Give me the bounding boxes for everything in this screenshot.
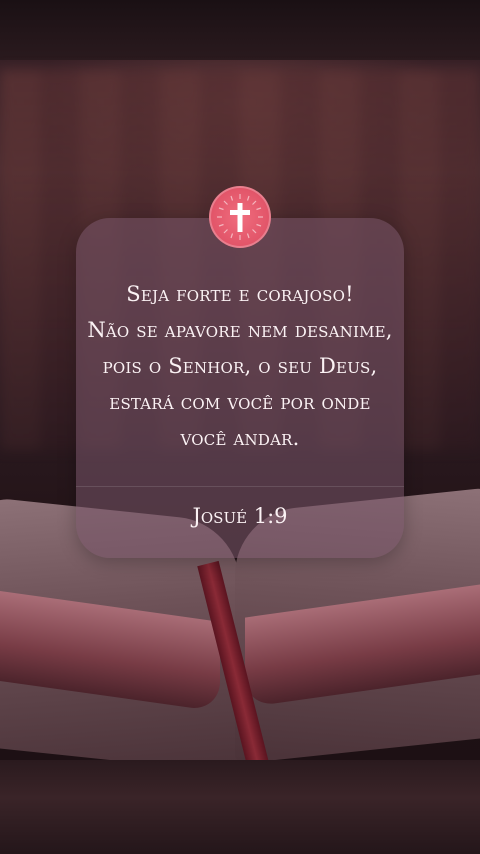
verse-card: Seja forte e corajoso! Não se apavore ne… bbox=[76, 218, 404, 558]
verse-text: Seja forte e corajoso! Não se apavore ne… bbox=[86, 276, 394, 456]
verse-line: você andar. bbox=[180, 426, 300, 450]
cross-badge bbox=[209, 186, 271, 248]
verse-line: Não se apavore nem desanime, bbox=[87, 318, 393, 342]
verse-line: estará com você por onde bbox=[109, 390, 371, 414]
verse-line: Seja forte e corajoso! bbox=[126, 282, 354, 306]
cross-icon bbox=[217, 194, 263, 240]
card-divider bbox=[76, 486, 404, 487]
table-surface bbox=[0, 760, 480, 854]
verse-line: pois o Senhor, o seu Deus, bbox=[102, 354, 378, 378]
verse-reference: Josué 1:9 bbox=[192, 504, 288, 528]
background-scene: Seja forte e corajoso! Não se apavore ne… bbox=[0, 0, 480, 854]
background-top bbox=[0, 0, 480, 60]
